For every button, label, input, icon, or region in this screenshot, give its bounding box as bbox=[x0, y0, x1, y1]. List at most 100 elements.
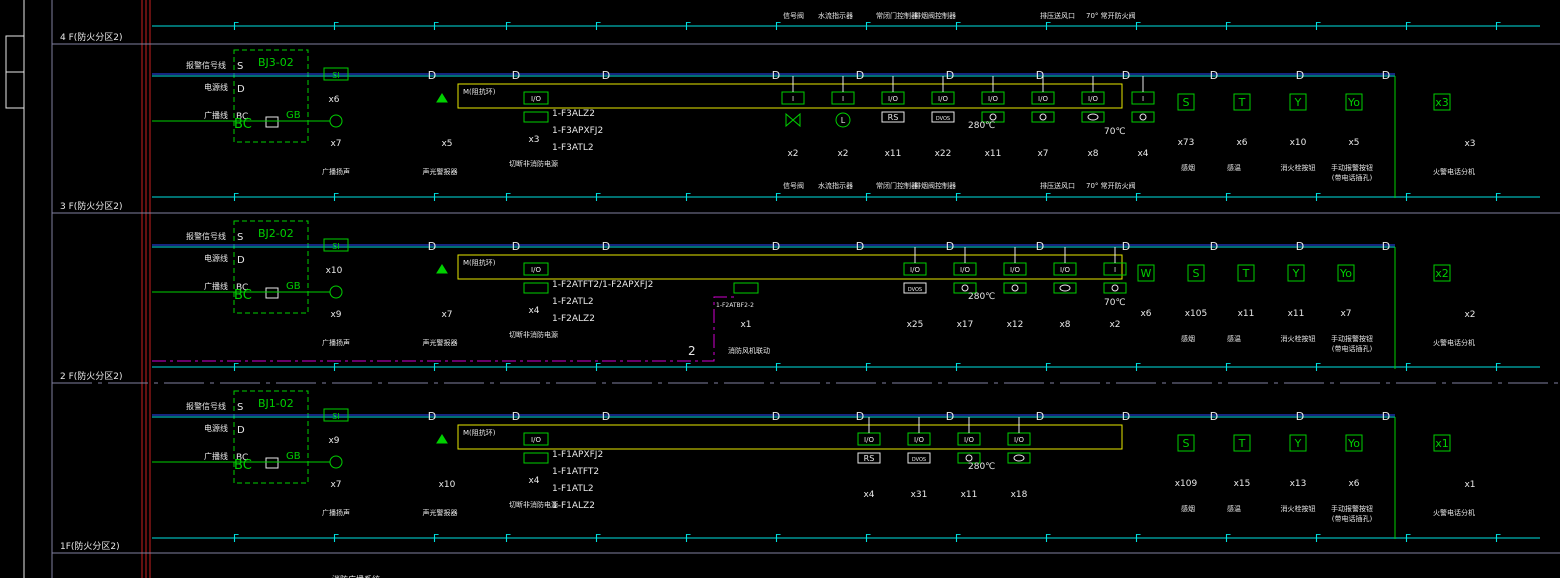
module-label: I/O bbox=[914, 436, 924, 444]
smoke-detector-icon: S bbox=[1193, 267, 1200, 280]
count-label: x11 bbox=[961, 490, 978, 500]
caption-text: (带电话插孔) bbox=[1332, 344, 1373, 353]
f-bus-marker: F bbox=[775, 191, 781, 204]
module-label: I bbox=[1114, 266, 1116, 274]
count-label: x10 bbox=[439, 480, 456, 490]
f-bus-marker: F bbox=[1135, 191, 1141, 204]
bus-detector-d: D bbox=[1036, 240, 1044, 253]
broadcast-line-label: 广播线 bbox=[204, 451, 228, 461]
address-text: 1-F2ATFT2/1-F2APXFJ2 bbox=[552, 280, 653, 290]
panel-s: S bbox=[237, 61, 243, 72]
caption-text: 水流指示器 bbox=[818, 11, 853, 20]
count-label: x4 bbox=[528, 306, 539, 316]
f-bus-marker: F bbox=[1045, 532, 1051, 545]
f-bus-marker: F bbox=[865, 20, 871, 33]
heat-detector-icon: T bbox=[1238, 437, 1246, 450]
signal-line-label: 报警信号线 bbox=[186, 60, 226, 70]
panel-d: D bbox=[237, 425, 245, 436]
count-label: x31 bbox=[911, 490, 928, 500]
count-label: x5 bbox=[441, 139, 452, 149]
count-label: x6 bbox=[1140, 309, 1151, 319]
bus-detector-d: D bbox=[1382, 69, 1390, 82]
caption-text: 排压送风口 bbox=[1040, 11, 1075, 20]
temp-label: 280℃ bbox=[968, 121, 995, 131]
device-label: RS bbox=[864, 454, 875, 463]
address-text: 1-F3ALZ2 bbox=[552, 109, 595, 119]
speaker-icon bbox=[329, 455, 343, 469]
f-bus-marker: F bbox=[233, 20, 239, 33]
io-module-box bbox=[523, 111, 549, 123]
bus-detector-d: D bbox=[946, 410, 954, 423]
address-text: 1-F3APXFJ2 bbox=[552, 126, 603, 136]
caption-text: 感烟 bbox=[1181, 334, 1195, 343]
smoke-detector-icon: S bbox=[1183, 96, 1190, 109]
module-label: I/O bbox=[910, 266, 920, 274]
ring-label: M(阻抗环) bbox=[463, 258, 496, 267]
count-label: x18 bbox=[1011, 490, 1028, 500]
bus-detector-d: D bbox=[512, 240, 520, 253]
bus-detector-d: D bbox=[1210, 410, 1218, 423]
bus-detector-d: D bbox=[772, 410, 780, 423]
caption-text: 70° 常开防火阀 bbox=[1086, 11, 1136, 20]
f-bus-marker: F bbox=[595, 20, 601, 33]
magenta-control-line bbox=[152, 296, 734, 362]
panel-bc-large: BC bbox=[234, 117, 252, 132]
caption-text: 消火栓按钮 bbox=[1281, 504, 1316, 513]
floor-label-f3: 3 F(防火分区2) bbox=[60, 200, 123, 212]
bus-detector-d: D bbox=[1296, 410, 1304, 423]
power-line-label: 电源线 bbox=[204, 82, 228, 92]
bus-detector-d: D bbox=[856, 69, 864, 82]
title-block-cell bbox=[5, 35, 25, 73]
f-bus-marker: F bbox=[433, 191, 439, 204]
count-label: x8 bbox=[1059, 320, 1070, 330]
caption-text: 切断非消防电源 bbox=[509, 500, 558, 509]
caption-text: 排烟阀控制器 bbox=[914, 11, 956, 20]
caption-text: 排压送风口 bbox=[1040, 181, 1075, 190]
bus-detector-d: D bbox=[1296, 69, 1304, 82]
count-label: x2 bbox=[1464, 310, 1475, 320]
count-label: x4 bbox=[528, 476, 539, 486]
panel-d: D bbox=[237, 255, 245, 266]
count-label: x13 bbox=[1290, 479, 1307, 489]
bus-detector-d: D bbox=[1122, 240, 1130, 253]
caption-text: 消防风机联动 bbox=[728, 346, 770, 355]
caption-text: 声光警报器 bbox=[423, 338, 458, 347]
count-label: x11 bbox=[1288, 309, 1305, 319]
caption-text: 常闭门控制器 bbox=[876, 11, 918, 20]
caption-text: 感烟 bbox=[1181, 163, 1195, 172]
f-bus-marker: F bbox=[505, 191, 511, 204]
bell-icon bbox=[436, 264, 448, 274]
bus-detector-d: D bbox=[1382, 410, 1390, 423]
panel-name: BJ2-02 bbox=[258, 227, 294, 240]
pressure-vent-icon bbox=[1059, 284, 1071, 292]
temp-label: 70℃ bbox=[1104, 298, 1126, 308]
damper-icon bbox=[1139, 113, 1147, 121]
f-bus-marker: F bbox=[333, 191, 339, 204]
count-label: x5 bbox=[1348, 138, 1359, 148]
module-label: I bbox=[1142, 95, 1144, 103]
bus-detector-d: D bbox=[1036, 410, 1044, 423]
count-label: x7 bbox=[330, 480, 341, 490]
f-bus-marker: F bbox=[685, 191, 691, 204]
si-label: SI bbox=[332, 242, 339, 251]
f-bus-marker: F bbox=[1405, 20, 1411, 33]
caption-text: 常闭门控制器 bbox=[876, 181, 918, 190]
f-bus-marker: F bbox=[865, 361, 871, 374]
damper-icon bbox=[1039, 113, 1047, 121]
damper-icon bbox=[1011, 284, 1019, 292]
io-module-box bbox=[523, 452, 549, 464]
count-label: x6 bbox=[1348, 479, 1359, 489]
caption-text: 感温 bbox=[1227, 163, 1241, 172]
f-bus-marker: F bbox=[1495, 361, 1501, 374]
bottom-caption: 消防广播系统 —— bbox=[332, 574, 399, 578]
f-bus-marker: F bbox=[865, 532, 871, 545]
count-label: x73 bbox=[1178, 138, 1195, 148]
count-label: x11 bbox=[1238, 309, 1255, 319]
title-block-cell bbox=[5, 71, 25, 109]
caption-text: 手动报警按钮 bbox=[1331, 163, 1373, 172]
count-label: x25 bbox=[907, 320, 924, 330]
module-label: I/O bbox=[1088, 95, 1098, 103]
count-label: x2 bbox=[1109, 320, 1120, 330]
bus-detector-d: D bbox=[772, 69, 780, 82]
phone-icon: x1 bbox=[1435, 437, 1449, 450]
